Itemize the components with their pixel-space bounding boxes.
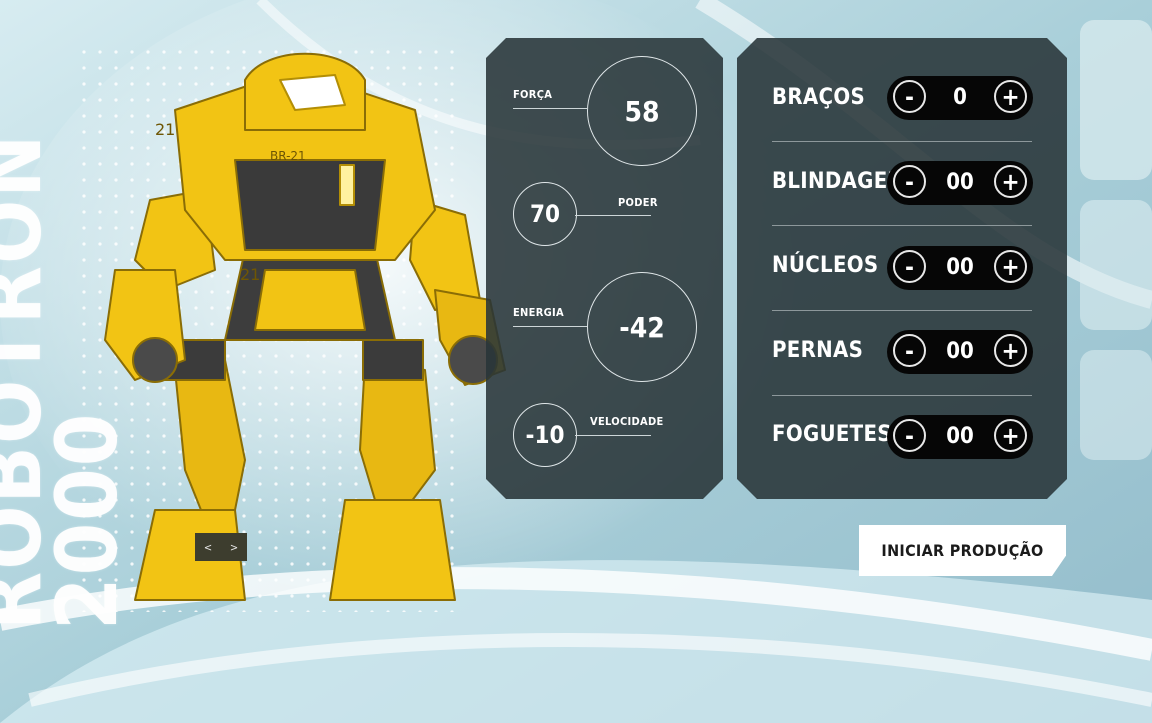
stat-label-velocidade: VELOCIDADE — [590, 415, 664, 428]
part-row-pernas: PERNAS - 00 + — [737, 325, 1067, 409]
stats-panel: FORÇA 58 70 PODER ENERGIA -42 -10 VELOCI… — [486, 38, 723, 499]
stat-line-velocidade — [575, 435, 651, 436]
start-production-button[interactable]: INICIAR PRODUÇÃO — [859, 525, 1066, 576]
stat-line-poder — [575, 215, 651, 216]
blindagem-increment-button[interactable]: + — [994, 165, 1027, 198]
stat-label-energia: ENERGIA — [513, 306, 564, 319]
prev-button[interactable]: < — [195, 533, 221, 561]
parts-panel: BRAÇOS - 0 + BLINDAGEM - 00 + NÚCLEOS - … — [737, 38, 1067, 499]
stat-value-forca: 58 — [587, 56, 697, 166]
svg-text:21: 21 — [155, 120, 175, 139]
part-name-pernas: PERNAS — [772, 338, 864, 363]
nucleos-increment-button[interactable]: + — [994, 250, 1027, 283]
part-row-blindagem: BLINDAGEM - 00 + — [737, 156, 1067, 240]
part-name-nucleos: NÚCLEOS — [772, 253, 879, 278]
robot-illustration: BR-21 21 21 — [104, 52, 506, 601]
next-button[interactable]: > — [221, 533, 247, 561]
part-name-bracos: BRAÇOS — [772, 85, 866, 110]
divider — [772, 395, 1032, 396]
svg-text:21: 21 — [240, 265, 260, 284]
part-name-foguetes: FOGUETES — [772, 422, 892, 447]
bracos-stepper: - 0 + — [887, 76, 1033, 120]
stat-line-energia — [513, 326, 587, 327]
pernas-increment-button[interactable]: + — [994, 334, 1027, 367]
carousel-nav: < > — [195, 533, 247, 561]
part-row-bracos: BRAÇOS - 0 + — [737, 72, 1067, 156]
stat-value-energia: -42 — [587, 272, 697, 382]
stat-label-poder: PODER — [618, 196, 658, 209]
blindagem-stepper: - 00 + — [887, 161, 1033, 205]
stat-line-forca — [513, 108, 587, 109]
stat-value-poder: 70 — [513, 182, 577, 246]
stat-value-velocidade: -10 — [513, 403, 577, 467]
foguetes-stepper: - 00 + — [887, 415, 1033, 459]
foguetes-increment-button[interactable]: + — [994, 419, 1027, 452]
pernas-stepper: - 00 + — [887, 330, 1033, 374]
svg-text:BR-21: BR-21 — [270, 149, 306, 163]
bracos-increment-button[interactable]: + — [994, 80, 1027, 113]
divider — [772, 310, 1032, 311]
nucleos-stepper: - 00 + — [887, 246, 1033, 290]
part-row-nucleos: NÚCLEOS - 00 + — [737, 240, 1067, 324]
divider — [772, 141, 1032, 142]
stat-label-forca: FORÇA — [513, 88, 553, 101]
part-row-foguetes: FOGUETES - 00 + — [737, 409, 1067, 493]
divider — [772, 225, 1032, 226]
